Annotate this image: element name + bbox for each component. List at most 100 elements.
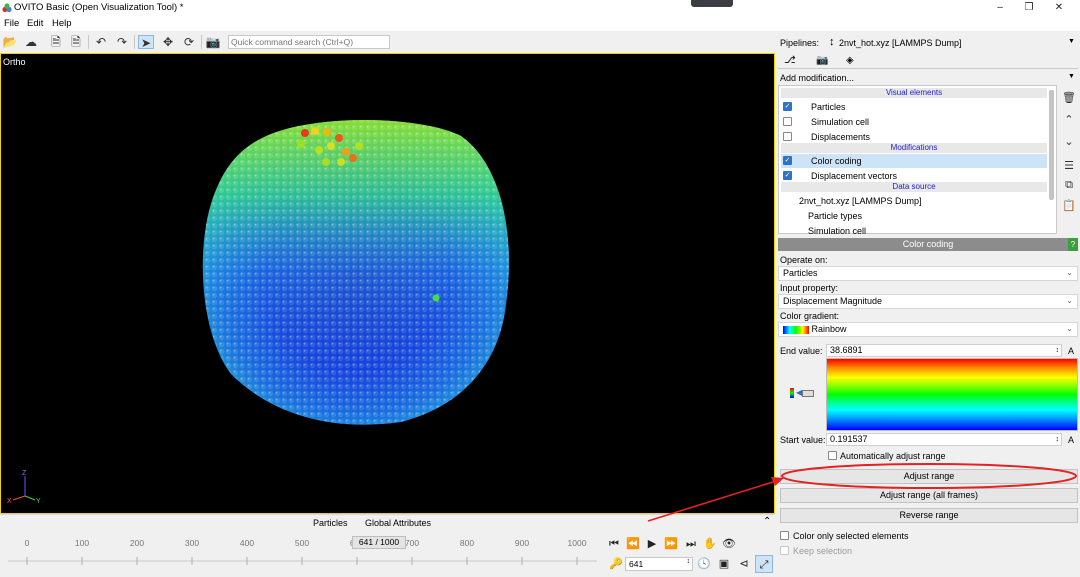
- section-data-source: Data source: [781, 182, 1047, 192]
- start-value-input[interactable]: 0.191537 ↕: [826, 433, 1062, 446]
- keep-selection-label: Keep selection: [793, 546, 852, 556]
- checkbox-icon[interactable]: [783, 132, 792, 141]
- minimize-icon[interactable]: –: [993, 1, 1007, 15]
- tab-particles[interactable]: Particles: [313, 518, 348, 528]
- auto-adjust-checkbox[interactable]: [828, 451, 837, 460]
- ortho-viewport[interactable]: Ortho Z X Y: [0, 53, 775, 514]
- play-icon[interactable]: ▶: [643, 535, 661, 553]
- list-item-displacements[interactable]: Displacements: [781, 130, 1047, 144]
- animation-timeline[interactable]: 0 100 200 300 400 500 600 700 800 900 10…: [0, 531, 605, 577]
- trash-icon[interactable]: 🗑: [1062, 91, 1076, 105]
- overlay-tab-icon[interactable]: ◈: [846, 55, 854, 66]
- auto-adjust-label: Automatically adjust range: [840, 451, 946, 461]
- cube-view-icon[interactable]: ▣: [715, 555, 733, 573]
- rotate-mode-icon[interactable]: ⟳: [181, 35, 197, 49]
- load-session-icon[interactable]: 🗎: [48, 35, 64, 49]
- pipeline-editor-list: Visual elements ✓ Particles Simulation c…: [778, 85, 1057, 234]
- undo-icon[interactable]: ↶: [93, 35, 109, 49]
- input-property-label: Input property:: [780, 283, 838, 293]
- clipboard-icon[interactable]: 📋: [1062, 199, 1076, 213]
- current-frame-spinner[interactable]: 641 ↕: [625, 557, 693, 571]
- operate-on-select[interactable]: Particles ⌄: [778, 266, 1078, 281]
- add-modification-dropdown[interactable]: Add modification...: [780, 73, 854, 83]
- cloud-download-icon[interactable]: ☁: [23, 35, 39, 49]
- toolbar-separator: [201, 35, 202, 49]
- select-value: Rainbow: [812, 324, 847, 334]
- list-item-color-coding[interactable]: ✓ Color coding: [781, 154, 1047, 168]
- chevron-down-icon: ⌄: [1066, 324, 1073, 333]
- list-item-simulation-cell[interactable]: Simulation cell: [781, 115, 1047, 129]
- adjust-range-button[interactable]: Adjust range: [780, 469, 1078, 484]
- zoom-fit-icon[interactable]: ⤢: [755, 555, 773, 573]
- select-mode-icon[interactable]: ➤: [138, 35, 154, 49]
- time-slider-handle[interactable]: 641 / 1000: [352, 536, 406, 549]
- tab-global-attributes[interactable]: Global Attributes: [365, 518, 431, 528]
- list-item-source-file[interactable]: 2nvt_hot.xyz [LAMMPS Dump]: [781, 194, 1047, 208]
- help-icon[interactable]: ?: [1068, 238, 1078, 251]
- menu-file[interactable]: File: [4, 18, 19, 29]
- list-item-displacement-vectors[interactable]: ✓ Displacement vectors: [781, 169, 1047, 183]
- end-value-input[interactable]: 38.6891 ↕: [826, 344, 1062, 357]
- move-down-icon[interactable]: ⌄: [1062, 135, 1076, 149]
- previous-frame-icon[interactable]: ⏪: [624, 535, 642, 553]
- color-coding-panel-header: Color coding ?: [778, 238, 1078, 251]
- axis-tripod-icon: Z X Y: [7, 470, 41, 505]
- quick-command-search-input[interactable]: [228, 35, 390, 49]
- jump-to-start-icon[interactable]: ⏮: [605, 535, 623, 553]
- color-gradient-select[interactable]: Rainbow ⌄: [778, 322, 1078, 337]
- chevron-up-icon[interactable]: ⌃: [763, 516, 771, 527]
- timeline-tick: 700: [405, 538, 419, 548]
- key-icon: 🔑: [607, 555, 625, 573]
- unit-label: A: [1068, 346, 1074, 356]
- move-up-icon[interactable]: ⌃: [1062, 113, 1076, 127]
- color-only-selected-checkbox[interactable]: [780, 531, 789, 540]
- timeline-ruler: [0, 551, 605, 575]
- next-frame-icon[interactable]: ⏩: [662, 535, 680, 553]
- reverse-range-button[interactable]: Reverse range: [780, 508, 1078, 523]
- adjust-range-all-frames-button[interactable]: Adjust range (all frames): [780, 488, 1078, 503]
- clock-icon[interactable]: 🕓: [695, 555, 713, 573]
- spinner-icon[interactable]: ↕: [1056, 345, 1060, 356]
- input-property-select[interactable]: Displacement Magnitude ⌄: [778, 294, 1078, 309]
- checkbox-checked-icon[interactable]: ✓: [783, 156, 792, 165]
- jump-to-end-icon[interactable]: ⏭: [682, 535, 700, 553]
- chevron-down-icon[interactable]: ▼: [1068, 38, 1075, 45]
- checkbox-checked-icon[interactable]: ✓: [783, 102, 792, 111]
- copy-icon[interactable]: ⧉: [1062, 179, 1076, 193]
- menu-edit[interactable]: Edit: [27, 18, 43, 29]
- pipeline-tab-icon[interactable]: ׿⎇: [784, 55, 796, 66]
- restore-icon[interactable]: ❐: [1022, 1, 1036, 15]
- checkbox-icon[interactable]: [783, 117, 792, 126]
- list-item-source-simulation-cell[interactable]: Simulation cell: [781, 224, 1047, 234]
- list-item-particles[interactable]: ✓ Particles: [781, 100, 1047, 114]
- spinner-icon[interactable]: ↕: [1056, 434, 1060, 445]
- timeline-tick: 200: [130, 538, 144, 548]
- redo-icon[interactable]: ↷: [114, 35, 130, 49]
- list-item-particle-types[interactable]: Particle types: [781, 209, 1047, 223]
- camera-icon[interactable]: 📷: [205, 35, 221, 49]
- group-icon[interactable]: ☰: [1062, 159, 1076, 173]
- menu-help[interactable]: Help: [52, 18, 72, 29]
- checkbox-checked-icon[interactable]: ✓: [783, 171, 792, 180]
- keep-selection-checkbox: [780, 546, 789, 555]
- chevron-down-icon[interactable]: ▼: [1068, 73, 1075, 80]
- list-scrollbar[interactable]: [1049, 90, 1054, 200]
- close-icon[interactable]: ✕: [1052, 1, 1066, 15]
- swap-gradient-icon[interactable]: ◀: [790, 388, 816, 398]
- pipeline-selector[interactable]: 2nvt_hot.xyz [LAMMPS Dump]: [839, 38, 962, 48]
- toolbar-separator: [134, 35, 135, 49]
- section-visual-elements: Visual elements: [781, 88, 1047, 98]
- pan-hand-icon[interactable]: ✋: [701, 535, 719, 553]
- perspective-icon[interactable]: ⊲: [735, 555, 753, 573]
- timeline-tick: 400: [240, 538, 254, 548]
- open-folder-icon[interactable]: 📂: [2, 35, 18, 49]
- move-mode-icon[interactable]: ✥: [160, 35, 176, 49]
- pipelines-label: Pipelines:: [780, 38, 819, 48]
- operate-on-label: Operate on:: [780, 255, 828, 265]
- timeline-tick: 100: [75, 538, 89, 548]
- eye-icon[interactable]: 👁: [720, 535, 738, 553]
- start-value-label: Start value:: [780, 435, 826, 445]
- list-item-label: Simulation cell: [811, 115, 869, 129]
- save-session-icon[interactable]: 🗎: [68, 35, 84, 49]
- render-tab-icon[interactable]: 📷: [816, 55, 828, 66]
